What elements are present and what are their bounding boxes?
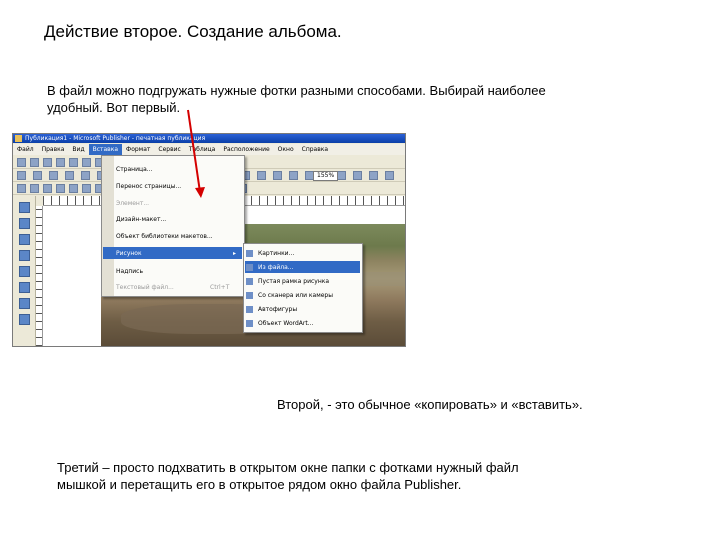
- line-tool-icon[interactable]: [19, 282, 30, 293]
- submenu-arrow-icon: ▸: [233, 250, 237, 257]
- paragraph-first-line2: удобный. Вот первый.: [47, 100, 181, 115]
- objects-toolbar: [13, 196, 36, 346]
- toolbar-button-icon[interactable]: [17, 171, 26, 180]
- toolbar-button-icon[interactable]: [81, 171, 90, 180]
- menu-icon-strip: [102, 156, 114, 296]
- paragraph-first-method: В файл можно подгружать нужные фотки раз…: [47, 82, 607, 116]
- picture-submenu-item[interactable]: Со сканера или камеры: [258, 290, 333, 301]
- menu-0[interactable]: Файл: [13, 144, 38, 155]
- insert-menu-item[interactable]: Страница...: [116, 164, 152, 175]
- toolbar-button-icon[interactable]: [82, 184, 91, 193]
- select-tool-icon[interactable]: [19, 202, 30, 213]
- toolbar-button-icon[interactable]: [56, 184, 65, 193]
- toolbar-button-icon[interactable]: [69, 184, 78, 193]
- toolbar-button-icon[interactable]: [65, 171, 74, 180]
- zoom-box[interactable]: 155%: [313, 171, 339, 181]
- insert-menu-item[interactable]: Объект библиотеки макетов...: [116, 231, 213, 242]
- publisher-window-title: Публикация1 - Microsoft Publisher - печа…: [25, 135, 206, 142]
- toolbar-button-icon[interactable]: [273, 171, 282, 180]
- picture-submenu-item[interactable]: Автофигуры: [258, 304, 297, 315]
- paragraph-first-line1: В файл можно подгружать нужные фотки раз…: [47, 83, 546, 98]
- submenu-item-icon: [246, 306, 253, 313]
- toolbar-button-icon[interactable]: [289, 171, 298, 180]
- paragraph-third-line2: мышкой и перетащить его в открытое рядом…: [57, 477, 462, 492]
- insert-menu-item[interactable]: Надпись: [116, 266, 143, 277]
- insert-menu-item[interactable]: Перенос страницы...: [116, 181, 181, 192]
- textbox-tool-icon[interactable]: [19, 218, 30, 229]
- submenu-item-icon: [246, 320, 253, 327]
- toolbar-button-icon[interactable]: [43, 184, 52, 193]
- submenu-item-icon: [246, 264, 253, 271]
- picture-submenu-item[interactable]: Объект WordArt...: [258, 318, 313, 329]
- toolbar-button-icon[interactable]: [43, 158, 52, 167]
- picture-submenu-item[interactable]: Из файла...: [258, 262, 294, 273]
- menu-shortcut: Ctrl+T: [210, 284, 230, 291]
- pointer-arrow: [187, 109, 205, 198]
- menu-1[interactable]: Правка: [38, 144, 69, 155]
- menu-8[interactable]: Окно: [274, 144, 298, 155]
- toolbar-button-icon[interactable]: [385, 171, 394, 180]
- menu-2[interactable]: Вид: [68, 144, 88, 155]
- arrow-tool-icon[interactable]: [19, 298, 30, 309]
- toolbar-button-icon[interactable]: [33, 171, 42, 180]
- toolbar-button-icon[interactable]: [353, 171, 362, 180]
- picture-submenu-item[interactable]: Картинки...: [258, 248, 294, 259]
- table-tool-icon[interactable]: [19, 234, 30, 245]
- paragraph-third-method: Третий – просто подхватить в открытом ок…: [57, 459, 577, 493]
- menu-7[interactable]: Расположение: [219, 144, 273, 155]
- toolbar-button-icon[interactable]: [257, 171, 266, 180]
- oval-tool-icon[interactable]: [19, 314, 30, 325]
- submenu-item-icon: [246, 278, 253, 285]
- toolbar-button-icon[interactable]: [30, 158, 39, 167]
- menu-9[interactable]: Справка: [298, 144, 332, 155]
- submenu-item-icon: [246, 292, 253, 299]
- wordart-tool-icon[interactable]: [19, 250, 30, 261]
- insert-menu-item[interactable]: Элемент...: [116, 198, 149, 209]
- toolbar-button-icon[interactable]: [56, 158, 65, 167]
- submenu-item-icon: [246, 250, 253, 257]
- toolbar-button-icon[interactable]: [17, 158, 26, 167]
- toolbar-button-icon[interactable]: [30, 184, 39, 193]
- toolbar-button-icon[interactable]: [17, 184, 26, 193]
- picture-tool-icon[interactable]: [19, 266, 30, 277]
- picture-submenu: Картинки... Из файла... Пустая рамка рисун…: [243, 243, 363, 333]
- insert-menu-item[interactable]: Дизайн-макет...: [116, 214, 166, 225]
- toolbar-button-icon[interactable]: [337, 171, 346, 180]
- app-icon: [15, 135, 22, 142]
- slide-title: Действие второе. Создание альбома.: [44, 22, 342, 41]
- toolbar-button-icon[interactable]: [82, 158, 91, 167]
- paragraph-second-method: Второй, - это обычное «копировать» и «вс…: [277, 397, 583, 412]
- insert-menu-item[interactable]: Текстовый файл...: [116, 282, 174, 293]
- toolbar-button-icon[interactable]: [369, 171, 378, 180]
- picture-submenu-item[interactable]: Пустая рамка рисунка: [258, 276, 329, 287]
- paragraph-third-line1: Третий – просто подхватить в открытом ок…: [57, 460, 519, 475]
- toolbar-button-icon[interactable]: [49, 171, 58, 180]
- vertical-ruler: [36, 206, 43, 346]
- insert-menu-item[interactable]: Рисунок: [116, 248, 142, 259]
- insert-menu: Страница... Перенос страницы... Элемент...…: [101, 155, 245, 297]
- toolbar-button-icon[interactable]: [69, 158, 78, 167]
- menu-3[interactable]: Вставка: [88, 144, 123, 155]
- menu-4[interactable]: Формат: [122, 144, 154, 155]
